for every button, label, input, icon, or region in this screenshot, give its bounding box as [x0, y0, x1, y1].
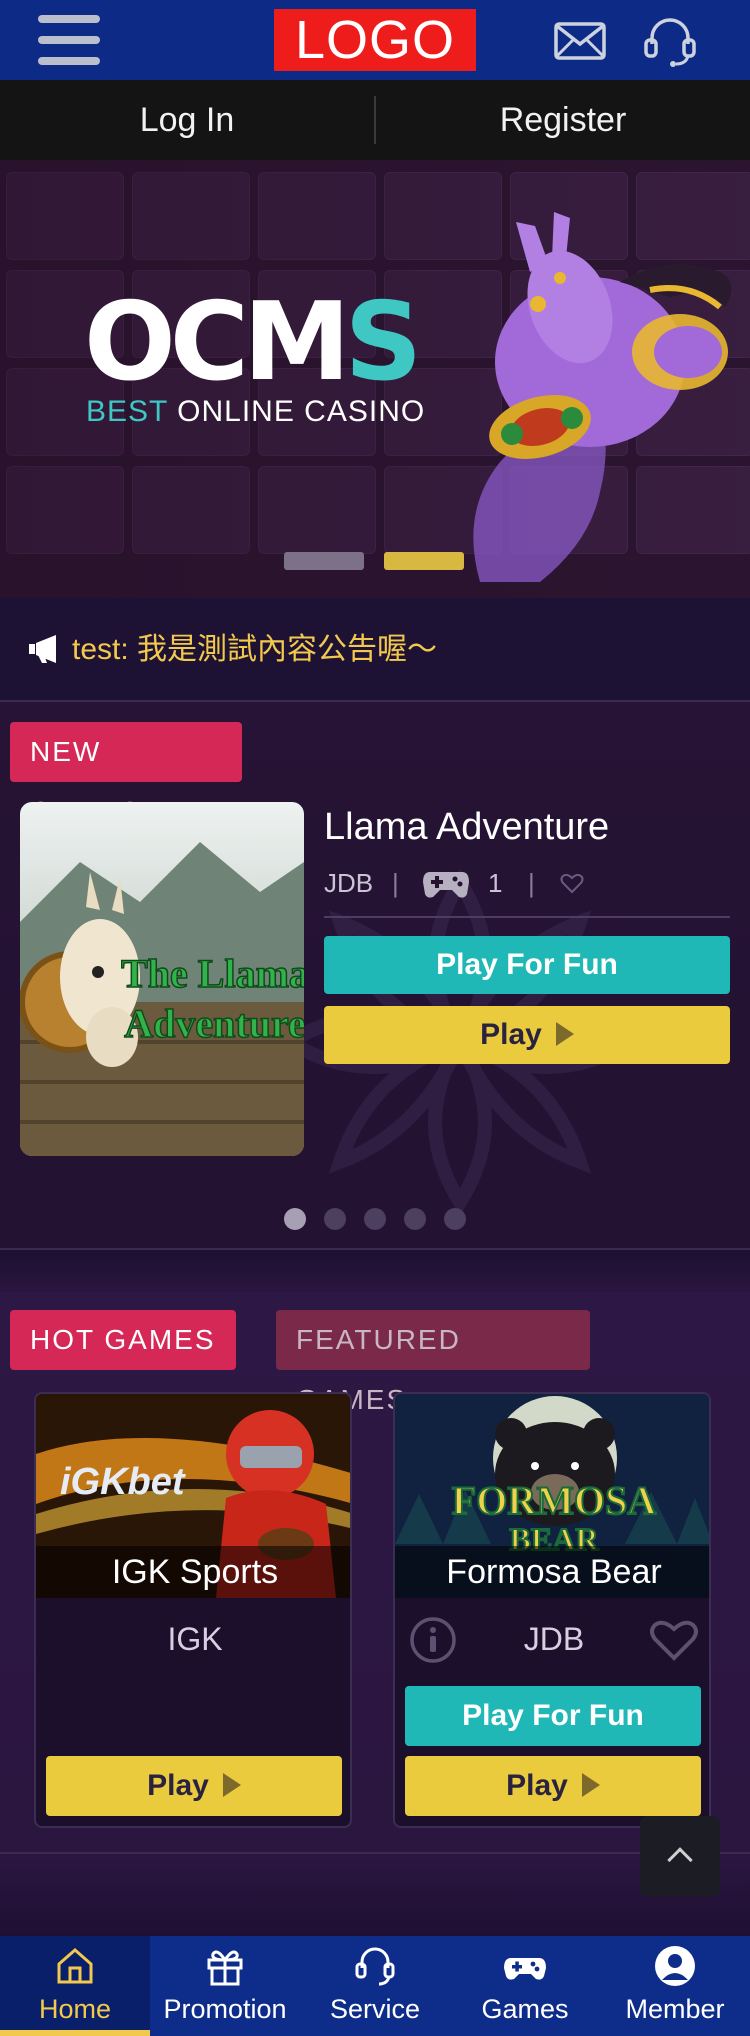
chevron-up-icon [667, 1847, 693, 1873]
info-icon[interactable] [409, 1616, 457, 1664]
genie-illustration [473, 212, 732, 582]
gamepad-icon [504, 1958, 546, 1980]
game-card[interactable]: iGKbet IGK Sports IGK Play [34, 1392, 352, 1828]
igk-bet-logo: iGKbet [60, 1461, 186, 1503]
mail-icon[interactable] [550, 14, 610, 68]
top-bar: LOGO [0, 0, 750, 80]
banner-brand-logo: OCMS [84, 280, 422, 405]
new-games-section: NEW GAMES The Llama Adventure Llama Adve… [0, 702, 750, 1248]
page-dot-active[interactable] [284, 1208, 306, 1230]
play-button[interactable]: Play [405, 1756, 701, 1816]
page-dot[interactable] [404, 1208, 426, 1230]
game-name: IGK Sports [36, 1546, 350, 1598]
home-icon [57, 1948, 93, 1984]
play-arrow-icon [555, 1022, 574, 1046]
nav-label: Member [625, 1994, 725, 2024]
nav-games[interactable]: Games [450, 1936, 600, 2036]
auth-bar: Log In Register [0, 80, 750, 160]
game-meta: JDB | 1 | [324, 862, 730, 904]
new-games-pagination [0, 1208, 750, 1232]
hero-banner[interactable]: OCMS BEST ONLINE CASINO [0, 160, 750, 598]
megaphone-icon [29, 635, 56, 663]
footer-band [0, 1852, 750, 1936]
announcement-text: test: 我是測試內容公告喔～ [72, 633, 438, 666]
headset-icon [355, 1947, 395, 1986]
tab-featured-games[interactable]: FEATURED GAMES [276, 1310, 590, 1415]
player-count: 1 [488, 868, 503, 898]
meta-separator: | [392, 868, 399, 898]
hamburger-menu-icon[interactable] [38, 15, 100, 65]
play-for-fun-button[interactable]: Play For Fun [405, 1686, 701, 1746]
play-for-fun-button[interactable]: Play For Fun [324, 936, 730, 994]
nav-service[interactable]: Service [300, 1936, 450, 2036]
nav-home[interactable]: Home [0, 1936, 150, 2036]
gamepad-icon [423, 872, 469, 898]
heart-icon[interactable] [560, 872, 584, 894]
llama-adventure-thumbnail[interactable]: The Llama Adventure [20, 802, 304, 1156]
heart-icon[interactable] [649, 1618, 699, 1662]
announcement-bar[interactable]: test: 我是測試內容公告喔～ [0, 598, 750, 702]
hot-games-section: HOT GAMES FEATURED GAMES iGKbet IGK Spor… [0, 1292, 750, 1852]
nav-label: Games [481, 1994, 569, 2024]
game-provider: JDB [523, 1621, 585, 1657]
nav-member[interactable]: Member [600, 1936, 750, 2036]
site-logo[interactable]: LOGO [274, 9, 476, 71]
game-name: Formosa Bear [395, 1546, 709, 1598]
divider [324, 916, 730, 918]
game-card[interactable]: FORMOSA BEAR Formosa Bear JDB Play For F… [393, 1392, 711, 1828]
page-dot[interactable] [324, 1208, 346, 1230]
game-title[interactable]: Llama Adventure [324, 802, 734, 852]
new-games-tag: NEW GAMES [10, 722, 242, 827]
headset-icon[interactable] [640, 14, 700, 68]
login-button[interactable]: Log In [0, 80, 374, 160]
page-dot[interactable] [444, 1208, 466, 1230]
play-button[interactable]: Play [46, 1756, 342, 1816]
scroll-to-top-button[interactable] [640, 1816, 720, 1896]
meta-separator: | [528, 868, 535, 898]
register-button[interactable]: Register [376, 80, 750, 160]
section-divider [0, 1248, 750, 1292]
svg-text:Adventure: Adventure [124, 1001, 304, 1046]
play-button[interactable]: Play [324, 1006, 730, 1064]
banner-tagline: BEST ONLINE CASINO [86, 395, 426, 428]
tab-hot-games[interactable]: HOT GAMES [10, 1310, 236, 1370]
nav-label: Service [329, 1994, 421, 2024]
nav-promotion[interactable]: Promotion [150, 1936, 300, 2036]
formosa-bear-title-art: FORMOSA [452, 1478, 657, 1523]
banner-dot[interactable] [284, 552, 364, 570]
gift-icon [207, 1950, 243, 1986]
play-arrow-icon [222, 1773, 241, 1797]
game-provider: IGK [167, 1621, 223, 1657]
active-indicator [0, 2030, 150, 2036]
svg-text:The Llama: The Llama [121, 951, 304, 996]
banner-dot-active[interactable] [384, 552, 464, 570]
banner-pagination [0, 552, 750, 572]
page-dot[interactable] [364, 1208, 386, 1230]
nav-label: Promotion [163, 1994, 287, 2024]
game-provider: JDB [324, 868, 374, 898]
bottom-navigation: Home Promotion Service Games Member [0, 1936, 750, 2036]
play-arrow-icon [581, 1773, 600, 1797]
user-icon [655, 1946, 695, 1986]
nav-label: Home [38, 1994, 112, 2024]
